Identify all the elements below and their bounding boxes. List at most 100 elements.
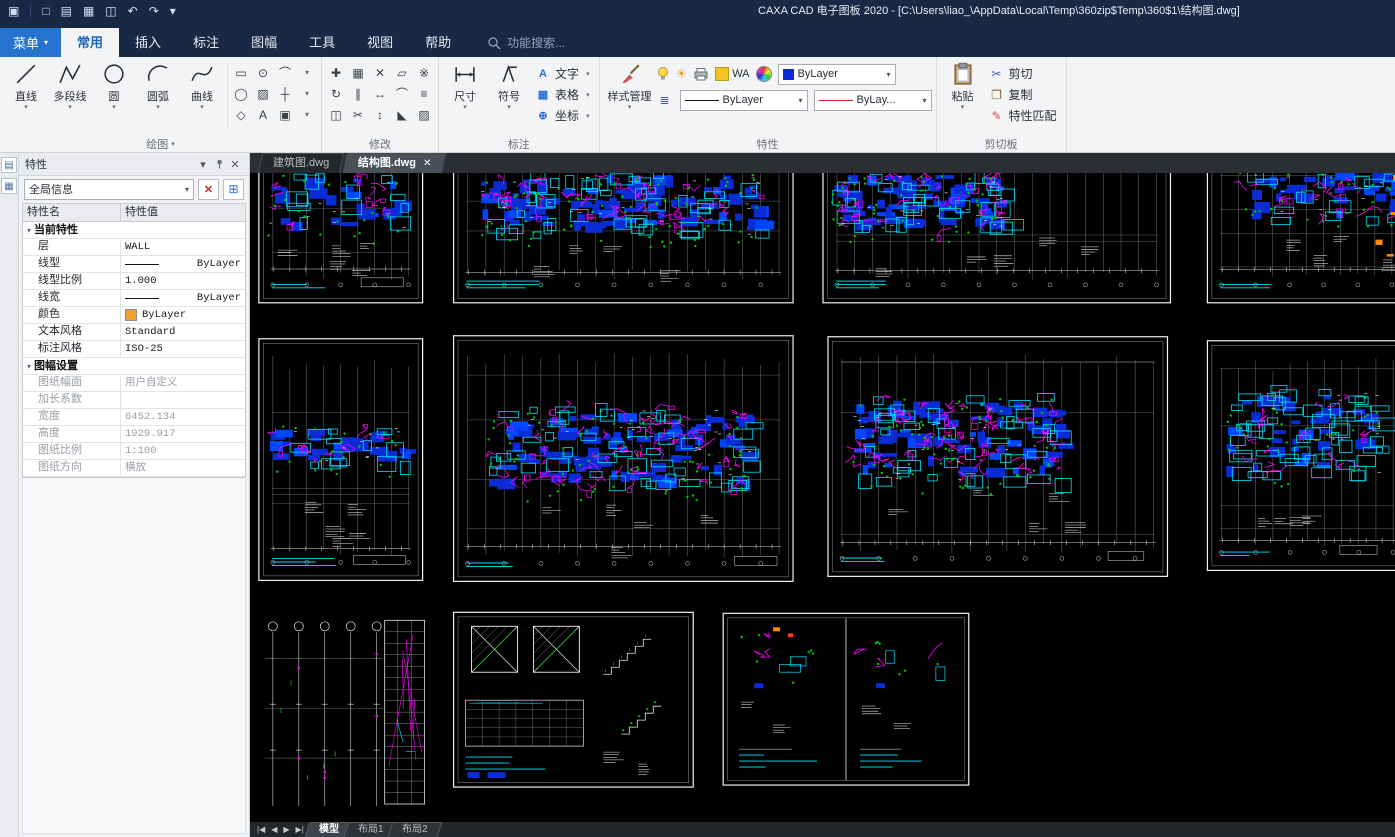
app-icon[interactable]: ▣	[8, 0, 19, 22]
cad-canvas[interactable]	[250, 173, 1395, 822]
layer-plot-icon[interactable]	[693, 67, 709, 81]
rectangle-icon[interactable]: ▭	[231, 62, 251, 83]
centerline-icon[interactable]: ┼	[275, 83, 295, 104]
menu-button[interactable]: 菜单 ▾	[0, 28, 62, 57]
property-value[interactable]: 1.000	[121, 273, 245, 289]
property-value[interactable]: 横放	[121, 460, 245, 476]
property-section-header[interactable]: ▾ 当前特性	[23, 222, 245, 238]
ellipse-icon[interactable]: ◯	[231, 83, 251, 104]
properties-palette-icon[interactable]: ▤	[1, 157, 17, 173]
spline-icon[interactable]: ⌒	[275, 62, 295, 83]
table-button[interactable]: ▦ 表格 ▾	[531, 84, 595, 105]
line-button[interactable]: 直线 ▾	[4, 58, 48, 135]
property-section-header[interactable]: ▾ 图幅设置	[23, 358, 245, 374]
current-layer-chip[interactable]: WA	[715, 67, 750, 81]
qat-more-icon[interactable]: ▾	[170, 0, 176, 22]
paste-button[interactable]: 粘贴 ▾	[941, 58, 985, 135]
property-value[interactable]: 6452.134	[121, 409, 245, 425]
tab-nav-icon-2[interactable]: ▶	[280, 825, 292, 834]
open-file-icon[interactable]: ▤	[61, 0, 72, 22]
ribbon-tab-帮助[interactable]: 帮助	[409, 28, 467, 57]
layer-freeze-icon[interactable]: ☀	[676, 66, 688, 82]
symbol-button[interactable]: 符号 ▾	[487, 58, 531, 135]
lineweight-combo[interactable]: ByLay... ▾	[813, 89, 932, 111]
layer-visibility-icon[interactable]	[656, 66, 670, 82]
equal-icon[interactable]: ≡	[414, 83, 434, 104]
dimension-button[interactable]: 尺寸 ▾	[443, 58, 487, 135]
tab-nav-icon-0[interactable]: |◀	[254, 825, 268, 834]
property-value[interactable]: Standard	[121, 324, 245, 340]
undo-icon[interactable]: ↶	[128, 0, 138, 22]
hatch-icon[interactable]: ▨	[253, 83, 273, 104]
offset-icon[interactable]: ∥	[348, 83, 368, 104]
text-button[interactable]: A 文字 ▾	[531, 63, 595, 84]
move-icon[interactable]: ✚	[326, 62, 346, 83]
curve-button[interactable]: 曲线 ▾	[180, 58, 224, 135]
document-tab-建筑图.dwg[interactable]: 建筑图.dwg	[257, 153, 345, 173]
coordinate-button[interactable]: ⊕ 坐标 ▾	[531, 105, 595, 126]
library-palette-icon[interactable]: ▦	[1, 178, 17, 194]
clear-selection-button[interactable]: ✕	[198, 178, 219, 200]
color-combo[interactable]: ByLayer ▾	[777, 63, 896, 85]
layers-icon[interactable]: ≣	[656, 93, 674, 107]
arc-button[interactable]: 圆弧 ▾	[136, 58, 180, 135]
polygon-icon[interactable]: ◇	[231, 104, 251, 125]
more-draw-icon-2[interactable]: ▾	[297, 83, 317, 104]
array-icon[interactable]: ▦	[348, 62, 368, 83]
more-draw-icon-1[interactable]: ▾	[297, 62, 317, 83]
property-value[interactable]: 1:100	[121, 443, 245, 459]
property-value[interactable]: 1929.917	[121, 426, 245, 442]
cut-button[interactable]: ✂ 剪切	[985, 63, 1062, 84]
match-properties-button[interactable]: ✎ 特性匹配	[985, 105, 1062, 126]
property-value[interactable]: ISO-25	[121, 341, 245, 357]
hatch-edit-icon[interactable]: ▨	[414, 104, 434, 125]
ribbon-tab-图幅[interactable]: 图幅	[235, 28, 293, 57]
quick-select-button[interactable]: ⊞	[223, 178, 244, 200]
property-value[interactable]: WALL	[121, 239, 245, 255]
property-value[interactable]: 用户自定义	[121, 375, 245, 391]
property-value[interactable]: ByLayer	[121, 307, 245, 323]
draw-group-label[interactable]: 绘图 ▾	[4, 136, 317, 152]
stretch-icon[interactable]: ↔	[370, 83, 390, 104]
document-tab-结构图.dwg[interactable]: 结构图.dwg ✕	[343, 153, 447, 173]
circle-button[interactable]: 圆 ▾	[92, 58, 136, 135]
model-tab-布局2[interactable]: 布局2	[387, 822, 443, 837]
scope-dropdown[interactable]: 全局信息 ▾	[24, 178, 194, 200]
rotate2-icon[interactable]: ▱	[392, 62, 412, 83]
property-value[interactable]: ByLayer	[121, 256, 245, 272]
ribbon-tab-常用[interactable]: 常用	[61, 28, 120, 57]
tab-nav-icon-3[interactable]: ▶|	[293, 825, 307, 834]
new-file-icon[interactable]: □	[42, 0, 49, 22]
ribbon-tab-工具[interactable]: 工具	[293, 28, 351, 57]
copy-button[interactable]: ❐ 复制	[985, 84, 1062, 105]
polyline-button[interactable]: 多段线 ▾	[48, 58, 92, 135]
pin-icon[interactable]	[211, 158, 227, 170]
mirror-icon[interactable]: ◫	[326, 104, 346, 125]
property-value[interactable]: ByLayer	[121, 290, 245, 306]
point-icon[interactable]: ⊙	[253, 62, 273, 83]
ribbon-tab-视图[interactable]: 视图	[351, 28, 409, 57]
chamfer-icon[interactable]: ◣	[392, 104, 412, 125]
scale-icon[interactable]: ↕	[370, 104, 390, 125]
explode-icon[interactable]: ※	[414, 62, 434, 83]
ribbon-tab-标注[interactable]: 标注	[177, 28, 235, 57]
erase-icon[interactable]: ✕	[370, 62, 390, 83]
color-wheel-icon[interactable]	[755, 66, 772, 82]
print-icon[interactable]: ◫	[105, 0, 116, 22]
close-icon[interactable]: ✕	[227, 158, 243, 171]
search-box[interactable]: 功能搜索...	[487, 28, 565, 57]
text-tool-icon[interactable]: A	[253, 104, 273, 125]
annotate-group-label[interactable]: 标注	[443, 136, 595, 152]
save-icon[interactable]: ▦	[83, 0, 94, 22]
rotate-icon[interactable]: ↻	[326, 83, 346, 104]
modify-group-label[interactable]: 修改	[326, 136, 434, 152]
style-button[interactable]: 样式管理 ▾	[604, 58, 656, 135]
more-draw-icon-3[interactable]: ▾	[297, 104, 317, 125]
tab-nav-icon-1[interactable]: ◀	[268, 825, 280, 834]
block-icon[interactable]: ▣	[275, 104, 295, 125]
close-icon[interactable]: ✕	[423, 158, 431, 169]
chevron-down-icon[interactable]: ▾	[195, 158, 211, 171]
linetype-combo[interactable]: ByLayer ▾	[679, 89, 808, 111]
fillet-icon[interactable]: ⌒	[392, 83, 412, 104]
trim-icon[interactable]: ✂	[348, 104, 368, 125]
